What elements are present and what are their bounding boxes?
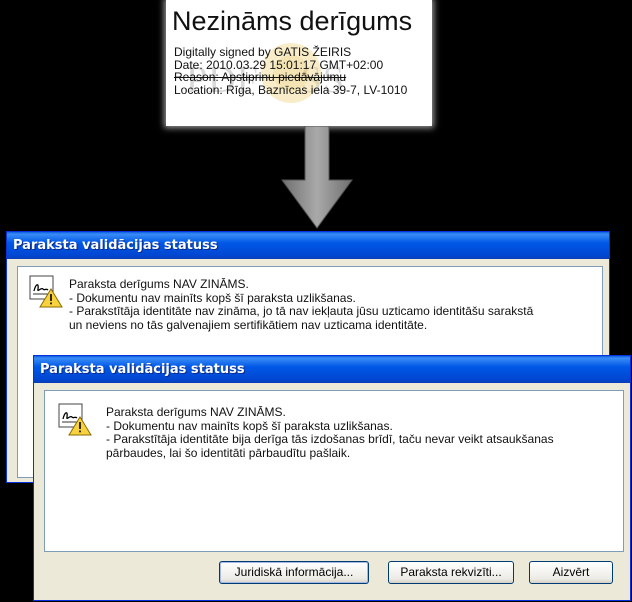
dialog-back-line-3: un neviens no tās galvenajiem sertifikāt…: [69, 317, 428, 332]
dialog-back-line-1: - Dokumentu nav mainīts kopš šī paraksta…: [69, 290, 356, 305]
dialog-front-body: Paraksta derīgums NAV ZINĀMS. - Dokument…: [37, 383, 627, 597]
signature-warning-icon: [29, 275, 63, 308]
legal-info-button[interactable]: Juridiskā informācija...: [219, 561, 369, 584]
signature-stamp: PDF SS Nezināms derīgums Digitally signe…: [166, 0, 432, 126]
close-button[interactable]: Aizvērt: [529, 561, 613, 584]
signature-properties-button[interactable]: Paraksta rekvizīti...: [388, 561, 514, 584]
signature-warning-icon: [58, 403, 92, 436]
dialog-back-line-2: - Parakstītāja identitāte nav zināma, jo…: [69, 304, 534, 318]
dialog-front-line-1: - Dokumentu nav mainīts kopš šī paraksta…: [106, 418, 393, 433]
stamp-details: Digitally signed by GATIS ŽEIRIS Date: 2…: [174, 46, 430, 96]
stamp-location: Location: Rīga, Baznīcas iela 39-7, LV-1…: [174, 82, 408, 97]
dialog-front-line-3: pārbaudes, lai šo identitāti pārbaudītu …: [106, 445, 351, 460]
dialog-front-status-line: Paraksta derīgums NAV ZINĀMS.: [106, 405, 286, 419]
dialog-front-message-panel: Paraksta derīgums NAV ZINĀMS. - Dokument…: [44, 390, 624, 552]
validation-dialog-front: Paraksta validācijas statuss Paraksta de…: [33, 355, 631, 601]
dialog-front-line-2: - Parakstītāja identitāte bija derīga tā…: [106, 432, 554, 446]
stamp-title: Nezināms derīgums: [172, 6, 413, 36]
dialog-front-message: Paraksta derīgums NAV ZINĀMS. - Dokument…: [106, 405, 554, 460]
dialog-front-titlebar[interactable]: Paraksta validācijas statuss: [34, 356, 630, 383]
dialog-back-message: Paraksta derīgums NAV ZINĀMS. - Dokument…: [69, 277, 534, 332]
down-arrow-icon: [281, 126, 353, 229]
dialog-back-titlebar[interactable]: Paraksta validācijas statuss: [7, 232, 609, 259]
stamp-reason: Reason: Apstiprinu piedāvājumu: [174, 70, 347, 84]
dialog-back-status-line: Paraksta derīgums NAV ZINĀMS.: [69, 277, 249, 291]
stamp-signed-by: Digitally signed by GATIS ŽEIRIS: [174, 45, 352, 59]
